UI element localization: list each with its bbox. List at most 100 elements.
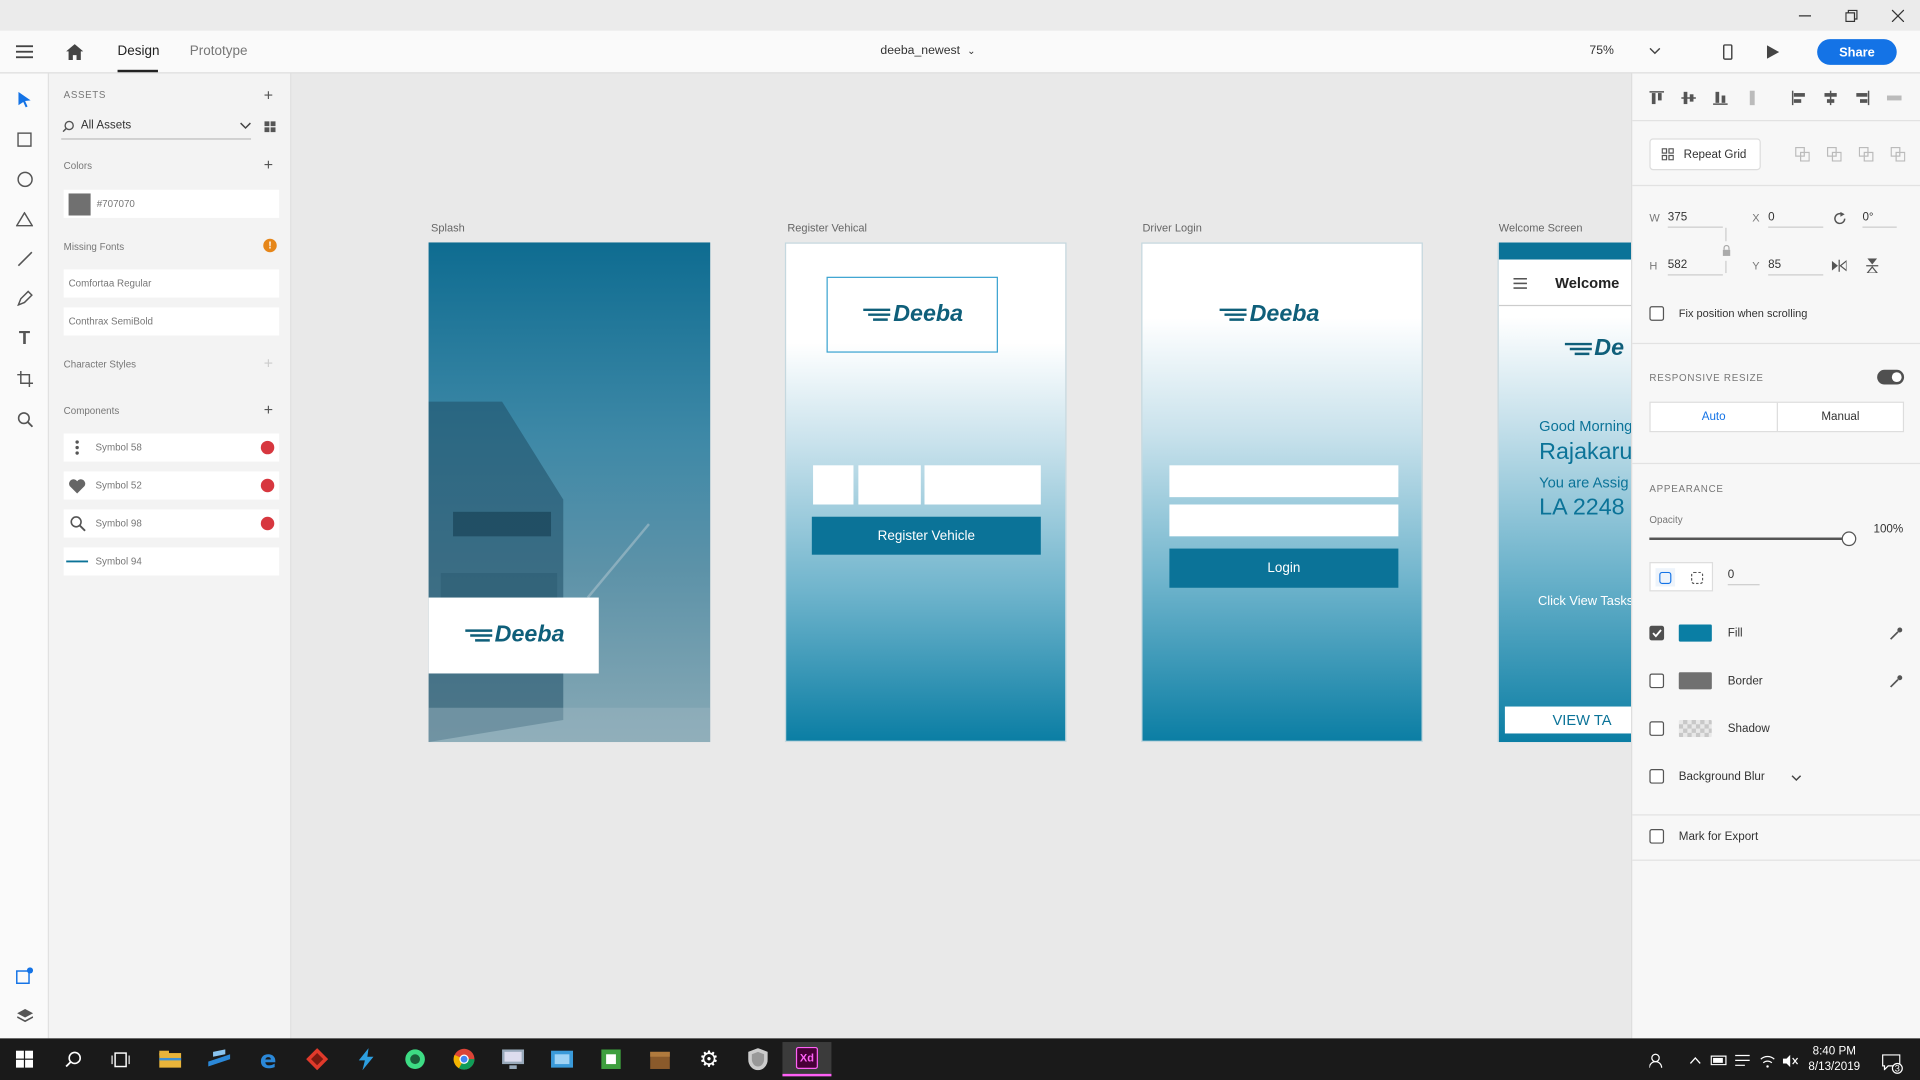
add-asset-icon[interactable]: + [264,87,273,103]
rectangle-tool-icon[interactable] [13,129,35,151]
view-tasks-button[interactable]: VIEW TA [1504,706,1632,734]
responsive-resize-toggle[interactable] [1877,369,1905,385]
settings-gear-icon[interactable]: ⚙ [684,1042,733,1076]
keyboard-icon[interactable] [1733,1051,1753,1071]
file-explorer-icon[interactable] [146,1042,195,1076]
opacity-slider-knob[interactable] [1841,531,1857,547]
align-center-icon[interactable] [1821,88,1841,108]
plate-input-2[interactable] [858,465,921,505]
corner-radius-input[interactable]: 0 [1727,568,1760,586]
register-vehicle-button[interactable]: Register Vehicle [811,516,1041,555]
windows-start-icon[interactable] [0,1042,49,1076]
distribute-vertical-icon[interactable] [1742,88,1762,108]
per-corner-radius-icon[interactable] [1687,568,1707,586]
flip-horizontal-icon[interactable] [1831,257,1848,274]
volume-icon[interactable] [1780,1051,1800,1071]
username-input[interactable] [1169,465,1399,498]
select-tool-icon[interactable] [13,88,35,110]
border-color-swatch[interactable] [1678,672,1712,690]
zoom-chevron-down-icon[interactable] [1646,43,1663,60]
distribute-horizontal-icon[interactable] [1884,88,1904,108]
device-preview-icon[interactable] [1718,42,1738,62]
assets-panel-icon[interactable] [13,965,35,987]
artboard-welcome[interactable]: Welcome De Good Morning Rajakaru You are… [1497,242,1632,743]
y-input[interactable]: 85 [1768,258,1824,276]
task-view-icon[interactable] [96,1042,145,1076]
color-swatch-item[interactable]: #707070 [63,189,280,218]
zoom-tool-icon[interactable] [13,408,35,430]
missing-font-item[interactable]: Conthrax SemiBold [63,307,280,336]
people-icon[interactable] [1648,1051,1668,1071]
tab-prototype[interactable]: Prototype [190,44,248,59]
missing-font-item[interactable]: Comfortaa Regular [63,269,280,298]
app-icon-lightning[interactable] [342,1042,391,1076]
artboard-tool-icon[interactable] [13,367,35,389]
close-icon[interactable] [1886,6,1910,24]
component-item[interactable]: Symbol 52 [63,471,280,500]
boolean-subtract-icon[interactable] [1824,144,1844,164]
wifi-icon[interactable] [1757,1051,1777,1071]
resize-auto-button[interactable]: Auto [1651,402,1778,432]
restore-icon[interactable] [1839,6,1863,24]
login-button[interactable]: Login [1169,548,1399,588]
boolean-exclude-icon[interactable] [1888,144,1908,164]
add-character-style-icon[interactable]: + [264,355,273,371]
adobe-xd-icon[interactable]: Xd [782,1042,832,1077]
chrome-browser-icon[interactable] [440,1042,489,1076]
app-icon-monitor[interactable] [489,1042,538,1076]
artboard-register[interactable]: Deeba Register Vehicle [784,242,1067,743]
layers-panel-icon[interactable] [13,1005,35,1027]
play-preview-icon[interactable] [1763,42,1783,62]
height-input[interactable]: 582 [1667,258,1723,276]
repeat-grid-button[interactable]: Repeat Grid [1649,138,1761,171]
plate-input-1[interactable] [813,465,854,505]
plate-input-3[interactable] [924,465,1041,505]
border-checkbox[interactable] [1649,673,1665,689]
shadow-checkbox[interactable] [1649,721,1665,736]
zoom-level[interactable]: 75% [1589,44,1614,57]
uniform-radius-icon[interactable] [1655,568,1676,587]
component-item[interactable]: Symbol 98 [63,509,280,538]
chevron-up-icon[interactable] [1686,1051,1703,1071]
battery-icon[interactable] [1709,1051,1729,1071]
component-item[interactable]: Symbol 94 [63,547,280,576]
artboard-label-splash[interactable]: Splash [431,222,465,234]
fill-checkbox[interactable] [1649,625,1665,641]
align-middle-icon[interactable] [1679,88,1699,108]
add-color-icon[interactable]: + [264,157,273,173]
design-canvas[interactable]: Splash Deeba Register Vehical Deeba Regi… [291,73,1632,1039]
fill-color-swatch[interactable] [1678,624,1712,642]
home-icon[interactable] [64,40,86,62]
align-top-icon[interactable] [1647,88,1667,108]
width-input[interactable]: 375 [1667,211,1723,228]
boolean-add-icon[interactable] [1793,144,1813,164]
pen-tool-icon[interactable] [13,287,35,309]
artboard-splash[interactable]: Deeba [428,242,711,743]
line-tool-icon[interactable] [13,247,35,269]
app-icon-box[interactable] [636,1042,685,1076]
eyedropper-icon[interactable] [1887,624,1904,641]
artboard-label-welcome[interactable]: Welcome Screen [1499,222,1583,234]
eyedropper-icon[interactable] [1887,672,1904,689]
edge-browser-icon[interactable]: e [244,1042,293,1076]
tab-design[interactable]: Design [118,44,160,59]
shadow-color-swatch[interactable] [1678,720,1712,738]
grid-view-icon[interactable] [262,119,277,134]
notifications-icon[interactable]: 3 [1878,1049,1903,1074]
system-clock[interactable]: 8:40 PM 8/13/2019 [1805,1043,1864,1075]
x-input[interactable]: 0 [1768,211,1824,228]
hamburger-menu-icon[interactable] [1512,276,1527,291]
chevron-down-icon[interactable] [1789,770,1804,785]
rotate-icon[interactable] [1831,209,1848,226]
boolean-intersect-icon[interactable] [1856,144,1876,164]
password-input[interactable] [1169,504,1399,537]
background-blur-checkbox[interactable] [1649,768,1665,784]
align-right-icon[interactable] [1853,88,1873,108]
artboard-login[interactable]: Deeba Login [1141,242,1423,743]
mark-for-export-checkbox[interactable] [1649,828,1665,844]
polygon-tool-icon[interactable] [13,208,35,230]
app-icon-screen[interactable] [538,1042,587,1076]
android-studio-icon[interactable] [391,1042,440,1076]
opacity-slider-track[interactable] [1649,531,1857,547]
lock-aspect-icon[interactable] [1718,242,1735,259]
